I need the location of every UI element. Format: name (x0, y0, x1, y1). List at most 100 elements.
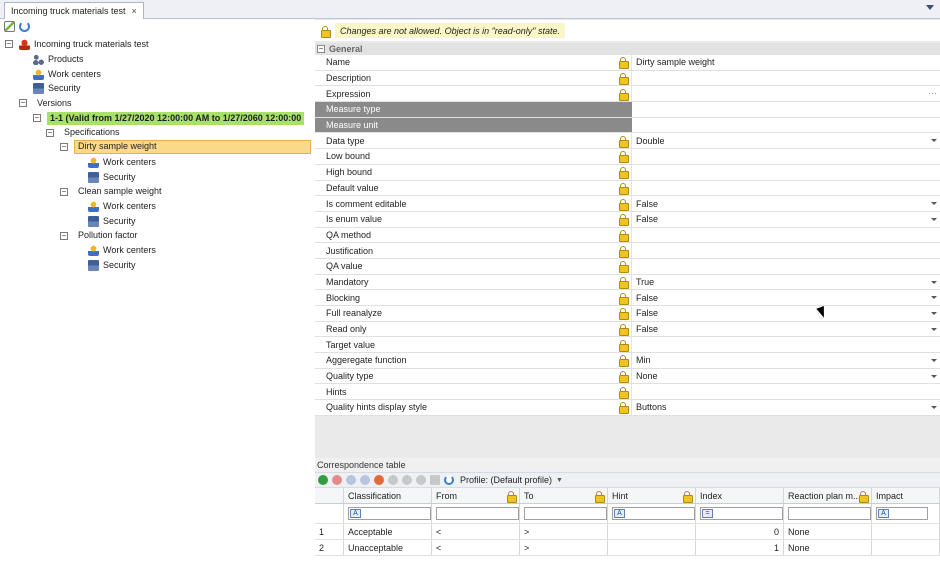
property-value-cell[interactable]: True (632, 275, 940, 290)
export-icon[interactable] (416, 475, 426, 485)
chevron-down-icon[interactable]: ▼ (556, 477, 563, 484)
property-row[interactable]: Hints (315, 384, 940, 401)
tree-item-security[interactable]: Security (88, 170, 136, 184)
tree-item-spec[interactable]: Clean sample weight (78, 184, 162, 198)
property-row[interactable]: Name Dirty sample weight (315, 55, 940, 71)
index-cell[interactable]: 1 (696, 540, 784, 555)
property-value-cell[interactable] (632, 118, 940, 133)
dropdown-arrow-icon[interactable] (931, 406, 937, 410)
tree-item-versions[interactable]: Versions (37, 96, 72, 110)
property-value-cell[interactable]: False (632, 212, 940, 227)
property-value-cell[interactable]: Buttons (632, 400, 940, 415)
property-row[interactable]: Description (315, 70, 940, 87)
tree-item-specifications[interactable]: Specifications (64, 125, 120, 139)
dropdown-arrow-icon[interactable] (931, 202, 937, 206)
to-cell[interactable]: > (520, 524, 608, 539)
tree-root[interactable]: Incoming truck materials test (19, 37, 149, 51)
delete-icon[interactable] (332, 475, 342, 485)
property-row[interactable]: Data type Double (315, 133, 940, 150)
tree-item-work-centers[interactable]: Work centers (88, 155, 156, 169)
column-header[interactable]: Hint (608, 488, 696, 503)
tree-item-work-centers[interactable]: Work centers (88, 243, 156, 257)
filter-input[interactable]: A (876, 507, 928, 520)
columns-icon[interactable] (430, 475, 440, 485)
column-header[interactable]: Impact (872, 488, 940, 503)
dropdown-arrow-icon[interactable] (931, 280, 937, 284)
collapse-icon[interactable]: − (19, 99, 27, 107)
filter-input[interactable] (788, 507, 871, 520)
property-row[interactable]: Default value (315, 180, 940, 197)
table-row[interactable]: 2 Unacceptable < >1 None (315, 540, 940, 556)
move-down-icon[interactable] (360, 475, 370, 485)
filter-input[interactable] (524, 507, 607, 520)
collapse-icon[interactable]: − (60, 143, 68, 151)
tab-incoming-truck-materials[interactable]: Incoming truck materials test × (4, 2, 144, 19)
collapse-icon[interactable]: − (5, 40, 13, 48)
property-row[interactable]: Quality hints display style Buttons (315, 400, 940, 416)
edit-icon[interactable] (4, 21, 15, 32)
tree-item-security[interactable]: Security (88, 214, 136, 228)
property-row[interactable]: Justification (315, 243, 940, 259)
property-value-cell[interactable]: False (632, 322, 940, 337)
tree-item-work-centers[interactable]: Work centers (33, 67, 101, 81)
property-row[interactable]: Blocking False (315, 290, 940, 306)
property-value-cell[interactable] (632, 165, 940, 180)
property-row[interactable]: Measure unit (315, 117, 940, 134)
property-value-cell[interactable]: ··· (632, 86, 940, 101)
move-up-icon[interactable] (346, 475, 356, 485)
tree-item-work-centers[interactable]: Work centers (88, 199, 156, 213)
from-cell[interactable]: < (432, 524, 520, 539)
pin-icon[interactable] (374, 475, 384, 485)
classification-cell[interactable]: Unacceptable (344, 540, 432, 555)
property-value-cell[interactable] (632, 337, 940, 352)
close-icon[interactable]: × (132, 6, 137, 16)
tree-item-products[interactable]: Products (33, 52, 84, 66)
property-value-cell[interactable] (632, 149, 940, 164)
property-value-cell[interactable] (632, 71, 940, 86)
property-value-cell[interactable] (632, 228, 940, 243)
filter-input[interactable]: = (700, 507, 783, 520)
property-row[interactable]: High bound (315, 164, 940, 181)
property-row[interactable]: Aggeregate function Min (315, 353, 940, 369)
reaction-plan-cell[interactable]: None (784, 540, 872, 555)
to-cell[interactable]: > (520, 540, 608, 555)
refresh-icon[interactable] (444, 475, 454, 485)
dropdown-arrow-icon[interactable] (931, 296, 937, 300)
property-row[interactable]: Mandatory True (315, 274, 940, 291)
property-value-cell[interactable]: Dirty sample weight (632, 55, 940, 70)
filter-input[interactable]: A (348, 507, 431, 520)
tree-item-spec[interactable]: Pollution factor (78, 228, 138, 242)
classification-cell[interactable]: Acceptable (344, 524, 432, 539)
property-value-cell[interactable] (632, 384, 940, 399)
property-row[interactable]: Full reanalyze False (315, 306, 940, 322)
reaction-plan-cell[interactable]: None (784, 524, 872, 539)
property-row[interactable]: Read only False (315, 321, 940, 338)
dropdown-arrow-icon[interactable] (931, 312, 937, 315)
property-value-cell[interactable] (632, 102, 940, 117)
dropdown-arrow-icon[interactable] (931, 217, 937, 221)
property-row[interactable]: Expression ··· (315, 86, 940, 103)
property-row[interactable]: Is comment editable False (315, 196, 940, 212)
property-value-cell[interactable] (632, 181, 940, 196)
collapse-icon[interactable]: − (33, 114, 41, 122)
property-row[interactable]: QA method (315, 227, 940, 244)
collapse-icon[interactable]: − (317, 45, 325, 53)
index-cell[interactable]: 0 (696, 524, 784, 539)
impact-cell[interactable] (872, 524, 940, 539)
dropdown-arrow-icon[interactable] (931, 327, 937, 331)
paste-icon[interactable] (402, 475, 412, 485)
hint-cell[interactable] (608, 540, 696, 555)
column-header[interactable]: Index (696, 488, 784, 503)
filter-input[interactable] (436, 507, 519, 520)
add-icon[interactable] (318, 475, 328, 485)
collapse-icon[interactable]: − (60, 188, 68, 196)
property-row[interactable]: QA value (315, 258, 940, 275)
collapse-icon[interactable]: − (46, 129, 54, 137)
impact-cell[interactable] (872, 540, 940, 555)
property-row[interactable]: Is enum value False (315, 211, 940, 228)
property-value-cell[interactable] (632, 259, 940, 274)
property-value-cell[interactable]: False (632, 196, 940, 211)
refresh-icon[interactable] (19, 21, 30, 32)
property-row[interactable]: Measure type (315, 102, 940, 118)
hint-cell[interactable] (608, 524, 696, 539)
